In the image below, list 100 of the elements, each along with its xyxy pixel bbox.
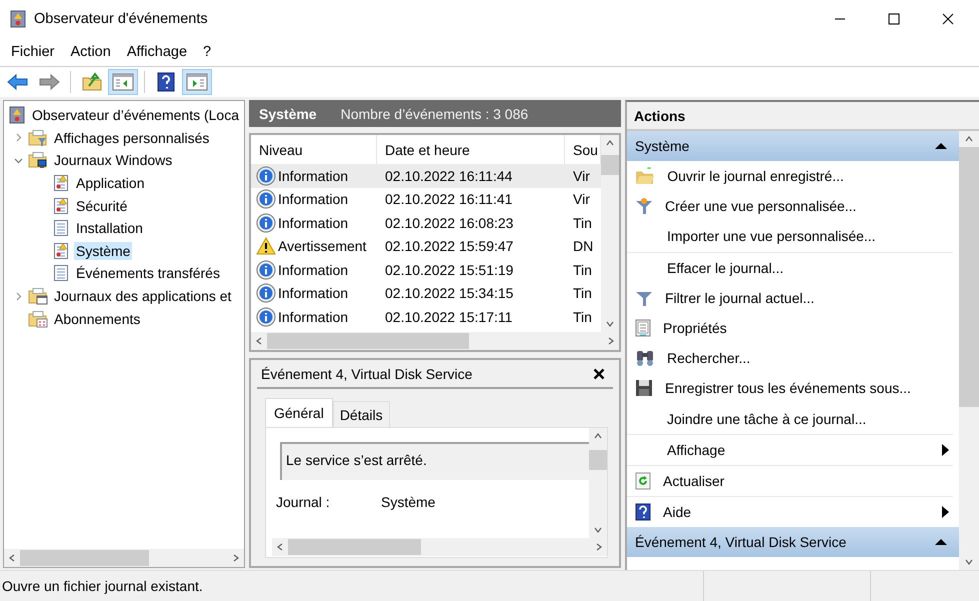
tree-item[interactable]: Abonnements xyxy=(52,310,142,328)
task-item[interactable]: Filtrer le journal actuel... xyxy=(627,282,953,313)
date-cell-text: 02.10.2022 16:11:41 xyxy=(384,191,514,208)
date-cell-text: 02.10.2022 16:08:23 xyxy=(384,214,514,231)
table-cell-text: DN xyxy=(572,238,594,254)
task-item[interactable]: Ouvrir le journal enregistré... xyxy=(627,161,953,192)
scroll-down-icon[interactable] xyxy=(606,320,614,328)
tree-item[interactable]: Événements transférés xyxy=(74,264,222,282)
tree-item[interactable]: Journaux des applications et xyxy=(52,287,234,306)
tree-item[interactable]: Installation xyxy=(74,219,145,238)
funnel-star-icon xyxy=(635,197,653,216)
table-cell-text: Tin xyxy=(572,214,593,231)
task-item[interactable]: Affichage xyxy=(627,434,953,465)
task-item[interactable]: Aide xyxy=(627,497,953,528)
horizontal-scrollbar[interactable] xyxy=(272,538,607,556)
close-icon[interactable] xyxy=(593,368,605,380)
scroll-up-icon[interactable] xyxy=(594,432,602,440)
tree-item[interactable]: Application xyxy=(74,174,146,192)
scroll-right-icon[interactable] xyxy=(232,554,240,562)
scroll-thumb[interactable] xyxy=(959,147,979,407)
scroll-down-icon[interactable] xyxy=(965,558,973,566)
horizontal-scrollbar[interactable] xyxy=(4,549,244,567)
table-cell-text: Vir xyxy=(572,168,591,184)
folder-monitor-icon xyxy=(28,151,48,170)
event-row[interactable]: Avertissement 02.10.2022 15:59:47 DN xyxy=(251,234,601,258)
help-icon xyxy=(635,503,651,522)
section-title: Événement 4, Virtual Disk Service xyxy=(635,534,846,550)
task-item[interactable]: Propriétés xyxy=(627,312,953,344)
scroll-thumb[interactable] xyxy=(20,550,149,566)
scroll-left-icon[interactable] xyxy=(8,554,16,562)
event-row[interactable]: Information 02.10.2022 15:17:11 Tin xyxy=(251,305,601,328)
menu-item[interactable]: Action xyxy=(62,42,119,62)
tree-item[interactable]: Journaux Windows xyxy=(52,151,174,170)
date-cell-text: 02.10.2022 16:11:44 xyxy=(384,168,514,184)
maximize-icon xyxy=(888,13,900,25)
date-cell-text: 02.10.2022 15:59:47 xyxy=(384,238,514,254)
vertical-scrollbar[interactable] xyxy=(589,428,607,538)
tab[interactable]: Détails xyxy=(332,401,390,427)
info-icon xyxy=(256,283,276,304)
date-cell-text: 02.10.2022 15:34:15 xyxy=(384,285,514,302)
tree-item[interactable]: Système xyxy=(74,242,132,260)
window-title: Observateur d'événements xyxy=(34,11,208,27)
date-cell-text: 02.10.2022 15:51:19 xyxy=(384,262,514,278)
scroll-right-icon[interactable] xyxy=(595,543,603,551)
menu-item[interactable]: ? xyxy=(195,42,220,62)
task-item[interactable]: Actualiser xyxy=(627,466,953,496)
tab[interactable]: Général xyxy=(265,398,333,427)
event-row[interactable]: Information 02.10.2022 15:51:19 Tin xyxy=(251,258,601,282)
chevron-right-icon[interactable] xyxy=(14,133,22,142)
task-item[interactable]: Joindre une tâche à ce journal... xyxy=(627,404,953,434)
event-row[interactable]: Information 02.10.2022 16:08:23 Tin xyxy=(251,211,601,234)
tree-item[interactable]: Observateur d’événements (Loca xyxy=(30,106,241,124)
section-header[interactable]: Système xyxy=(627,131,959,161)
forward-arrow-icon xyxy=(38,73,60,91)
event-row[interactable]: Information 02.10.2022 16:11:41 Vir xyxy=(251,188,601,211)
scroll-thumb[interactable] xyxy=(267,333,469,349)
scroll-up-icon[interactable] xyxy=(965,135,973,143)
info-icon xyxy=(256,212,276,233)
event-row[interactable]: Information 02.10.2022 15:34:15 Tin xyxy=(251,282,601,305)
log-icon xyxy=(52,264,70,282)
binoculars-icon xyxy=(635,349,655,368)
info-icon xyxy=(256,166,276,186)
scroll-thumb[interactable] xyxy=(589,450,607,470)
folder-filter-icon xyxy=(28,128,48,147)
table-cell-text: Tin xyxy=(572,308,593,325)
chevron-down-icon[interactable] xyxy=(14,156,22,165)
vertical-scrollbar[interactable] xyxy=(601,135,619,332)
field-label: Journal : xyxy=(276,494,331,510)
pane-left-icon xyxy=(112,73,134,91)
scroll-thumb[interactable] xyxy=(601,155,619,175)
event-row[interactable]: Information 02.10.2022 16:11:44 Vir xyxy=(251,164,601,188)
menu-item[interactable]: Fichier xyxy=(3,42,63,62)
menu-item[interactable]: Affichage xyxy=(118,42,196,62)
level-text: Information xyxy=(278,191,348,208)
table-cell-text: Vir xyxy=(572,191,591,208)
horizontal-scrollbar[interactable] xyxy=(251,332,619,350)
section-header[interactable]: Événement 4, Virtual Disk Service xyxy=(627,527,959,558)
scroll-thumb[interactable] xyxy=(288,539,422,555)
task-item[interactable]: Créer une vue personnalisée... xyxy=(627,191,953,222)
scroll-up-icon[interactable] xyxy=(606,139,614,147)
log-warning-icon xyxy=(52,196,70,215)
tree-item[interactable]: Affichages personnalisés xyxy=(52,128,212,147)
chevron-right-icon[interactable] xyxy=(14,292,22,301)
submenu-arrow-icon xyxy=(942,506,949,518)
task-item[interactable]: Importer une vue personnalisée... xyxy=(627,221,953,252)
tree-item[interactable]: Sécurité xyxy=(74,196,130,215)
task-item[interactable]: Enregistrer tous les événements sous... xyxy=(627,373,953,404)
level-text: Information xyxy=(278,262,348,278)
properties-icon xyxy=(635,319,651,338)
description-field: Le service s’est arrêté. xyxy=(280,442,589,480)
task-item[interactable]: Effacer le journal... xyxy=(627,252,953,283)
scroll-left-icon[interactable] xyxy=(255,337,263,345)
task-item[interactable]: Rechercher... xyxy=(627,343,953,374)
folder-arrow-icon xyxy=(81,72,103,92)
back-arrow-icon xyxy=(7,73,29,91)
scroll-down-icon[interactable] xyxy=(594,526,602,534)
actions-title: Actions xyxy=(627,102,979,131)
scroll-left-icon[interactable] xyxy=(276,543,284,551)
vertical-scrollbar[interactable] xyxy=(959,131,979,570)
scroll-right-icon[interactable] xyxy=(607,337,615,345)
